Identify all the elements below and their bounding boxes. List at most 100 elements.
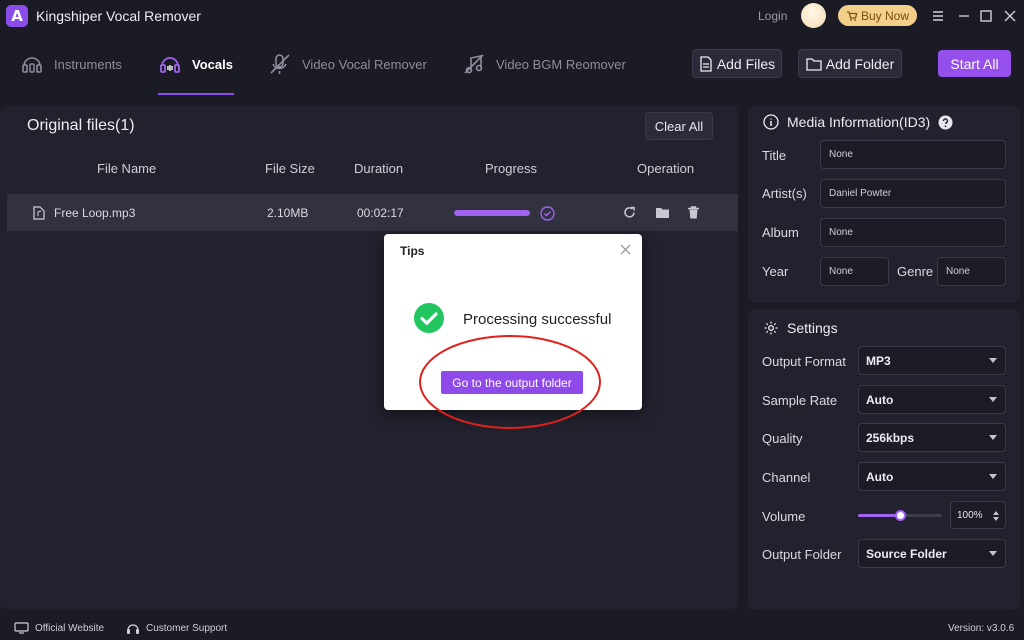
- video-vocal-icon: [270, 54, 290, 74]
- column-header-file-size: File Size: [265, 161, 315, 176]
- clear-all-button[interactable]: Clear All: [645, 112, 713, 140]
- add-files-button[interactable]: Add Files: [692, 49, 782, 78]
- artist-field[interactable]: Daniel Powter: [820, 179, 1006, 208]
- maximize-icon[interactable]: [978, 8, 994, 24]
- instruments-icon: [22, 57, 42, 73]
- login-link[interactable]: Login: [758, 9, 787, 23]
- tab-instruments-label: Instruments: [54, 56, 122, 72]
- output-format-value: MP3: [866, 353, 891, 368]
- output-format-label: Output Format: [762, 354, 846, 369]
- volume-slider[interactable]: [858, 510, 942, 521]
- tab-video-vocal-remover-label: Video Vocal Remover: [302, 56, 427, 72]
- file-name: Free Loop.mp3: [54, 206, 136, 220]
- column-header-file-name: File Name: [97, 161, 157, 176]
- tab-video-vocal-remover[interactable]: Video Vocal Remover: [268, 50, 427, 78]
- chevron-down-icon: [989, 551, 997, 556]
- chevron-down-icon: [989, 435, 997, 440]
- vocals-icon: [160, 57, 180, 73]
- minimize-icon[interactable]: [956, 8, 972, 24]
- gear-icon: [764, 321, 778, 335]
- chevron-down-icon: [989, 358, 997, 363]
- volume-slider-thumb[interactable]: [895, 510, 906, 521]
- version-label: Version: v3.0.6: [948, 623, 1015, 634]
- tab-vocals-label: Vocals: [192, 56, 233, 72]
- info-icon: [763, 114, 779, 130]
- volume-label: Volume: [762, 509, 806, 524]
- headset-icon: [127, 624, 139, 634]
- menu-icon[interactable]: [930, 8, 946, 24]
- column-header-duration: Duration: [354, 161, 404, 176]
- volume-stepper[interactable]: 100%: [950, 501, 1006, 529]
- column-header-progress: Progress: [485, 161, 538, 176]
- tab-instruments[interactable]: Instruments: [20, 50, 122, 78]
- chevron-down-icon: [989, 474, 997, 479]
- channel-value: Auto: [866, 469, 894, 484]
- column-header-operation: Operation: [637, 161, 695, 176]
- quality-value: 256kbps: [866, 430, 915, 445]
- active-tab-indicator: [158, 93, 234, 95]
- customer-support-label: Customer Support: [146, 623, 228, 634]
- app-title: Kingshiper Vocal Remover: [36, 8, 201, 24]
- file-size: 2.10MB: [267, 206, 309, 220]
- add-file-icon: [700, 55, 712, 72]
- media-info-title: Media Information(ID3): [787, 114, 931, 130]
- video-bgm-icon: [464, 54, 484, 74]
- dialog-message: Processing successful: [463, 311, 612, 328]
- output-folder-select[interactable]: Source Folder: [858, 539, 1006, 568]
- title-field[interactable]: None: [820, 140, 1006, 169]
- cart-icon: [846, 10, 858, 21]
- success-check-icon: [414, 303, 444, 333]
- quality-select[interactable]: 256kbps: [858, 423, 1006, 452]
- audio-file-icon: [33, 206, 45, 220]
- album-label: Album: [762, 225, 799, 240]
- year-field[interactable]: None: [820, 257, 889, 286]
- album-field[interactable]: None: [820, 218, 1006, 247]
- avatar[interactable]: [801, 3, 826, 28]
- progress-bar: [454, 210, 530, 216]
- tab-video-bgm-remover-label: Video BGM Reomover: [496, 56, 626, 72]
- stepper-arrows-icon[interactable]: [993, 510, 999, 522]
- genre-label: Genre: [897, 264, 934, 279]
- genre-field[interactable]: None: [937, 257, 1006, 286]
- app-logo: A: [6, 5, 28, 27]
- tab-video-bgm-remover[interactable]: Video BGM Reomover: [462, 50, 626, 78]
- year-label: Year: [762, 264, 789, 279]
- sample-rate-select[interactable]: Auto: [858, 385, 1006, 414]
- open-folder-icon[interactable]: [655, 205, 670, 220]
- output-folder-value: Source Folder: [866, 546, 947, 561]
- customer-support-link[interactable]: Customer Support: [126, 622, 227, 635]
- help-icon[interactable]: [938, 115, 953, 130]
- folder-icon: [806, 57, 822, 71]
- sample-rate-label: Sample Rate: [762, 393, 838, 408]
- tips-dialog: Tips Processing successful Go to the out…: [384, 234, 642, 410]
- dialog-title: Tips: [400, 244, 425, 258]
- progress-fill: [454, 210, 530, 216]
- artist-label: Artist(s): [762, 186, 807, 201]
- close-icon[interactable]: [1002, 8, 1018, 24]
- volume-value: 100%: [957, 509, 983, 521]
- output-format-select[interactable]: MP3: [858, 346, 1006, 375]
- dialog-close-icon[interactable]: [620, 244, 631, 255]
- add-files-label: Add Files: [716, 55, 776, 72]
- output-folder-label: Output Folder: [762, 547, 842, 562]
- sample-rate-value: Auto: [866, 392, 894, 407]
- chevron-down-icon: [989, 397, 997, 402]
- title-label: Title: [762, 148, 787, 163]
- complete-check-icon: [540, 206, 555, 221]
- official-website-link[interactable]: Official Website: [14, 622, 104, 634]
- refresh-icon[interactable]: [622, 205, 637, 220]
- official-website-label: Official Website: [35, 622, 105, 634]
- go-to-output-folder-button[interactable]: Go to the output folder: [441, 371, 583, 394]
- channel-label: Channel: [762, 470, 811, 485]
- quality-label: Quality: [762, 431, 803, 446]
- start-all-button[interactable]: Start All: [938, 50, 1011, 77]
- channel-select[interactable]: Auto: [858, 462, 1006, 491]
- settings-title: Settings: [787, 320, 838, 336]
- add-folder-label: Add Folder: [825, 55, 895, 72]
- add-folder-button[interactable]: Add Folder: [798, 49, 902, 78]
- tab-vocals[interactable]: Vocals: [158, 50, 233, 78]
- buy-now-button[interactable]: Buy Now: [838, 5, 917, 26]
- monitor-icon: [14, 622, 29, 634]
- file-duration: 00:02:17: [357, 206, 404, 220]
- delete-icon[interactable]: [686, 205, 701, 220]
